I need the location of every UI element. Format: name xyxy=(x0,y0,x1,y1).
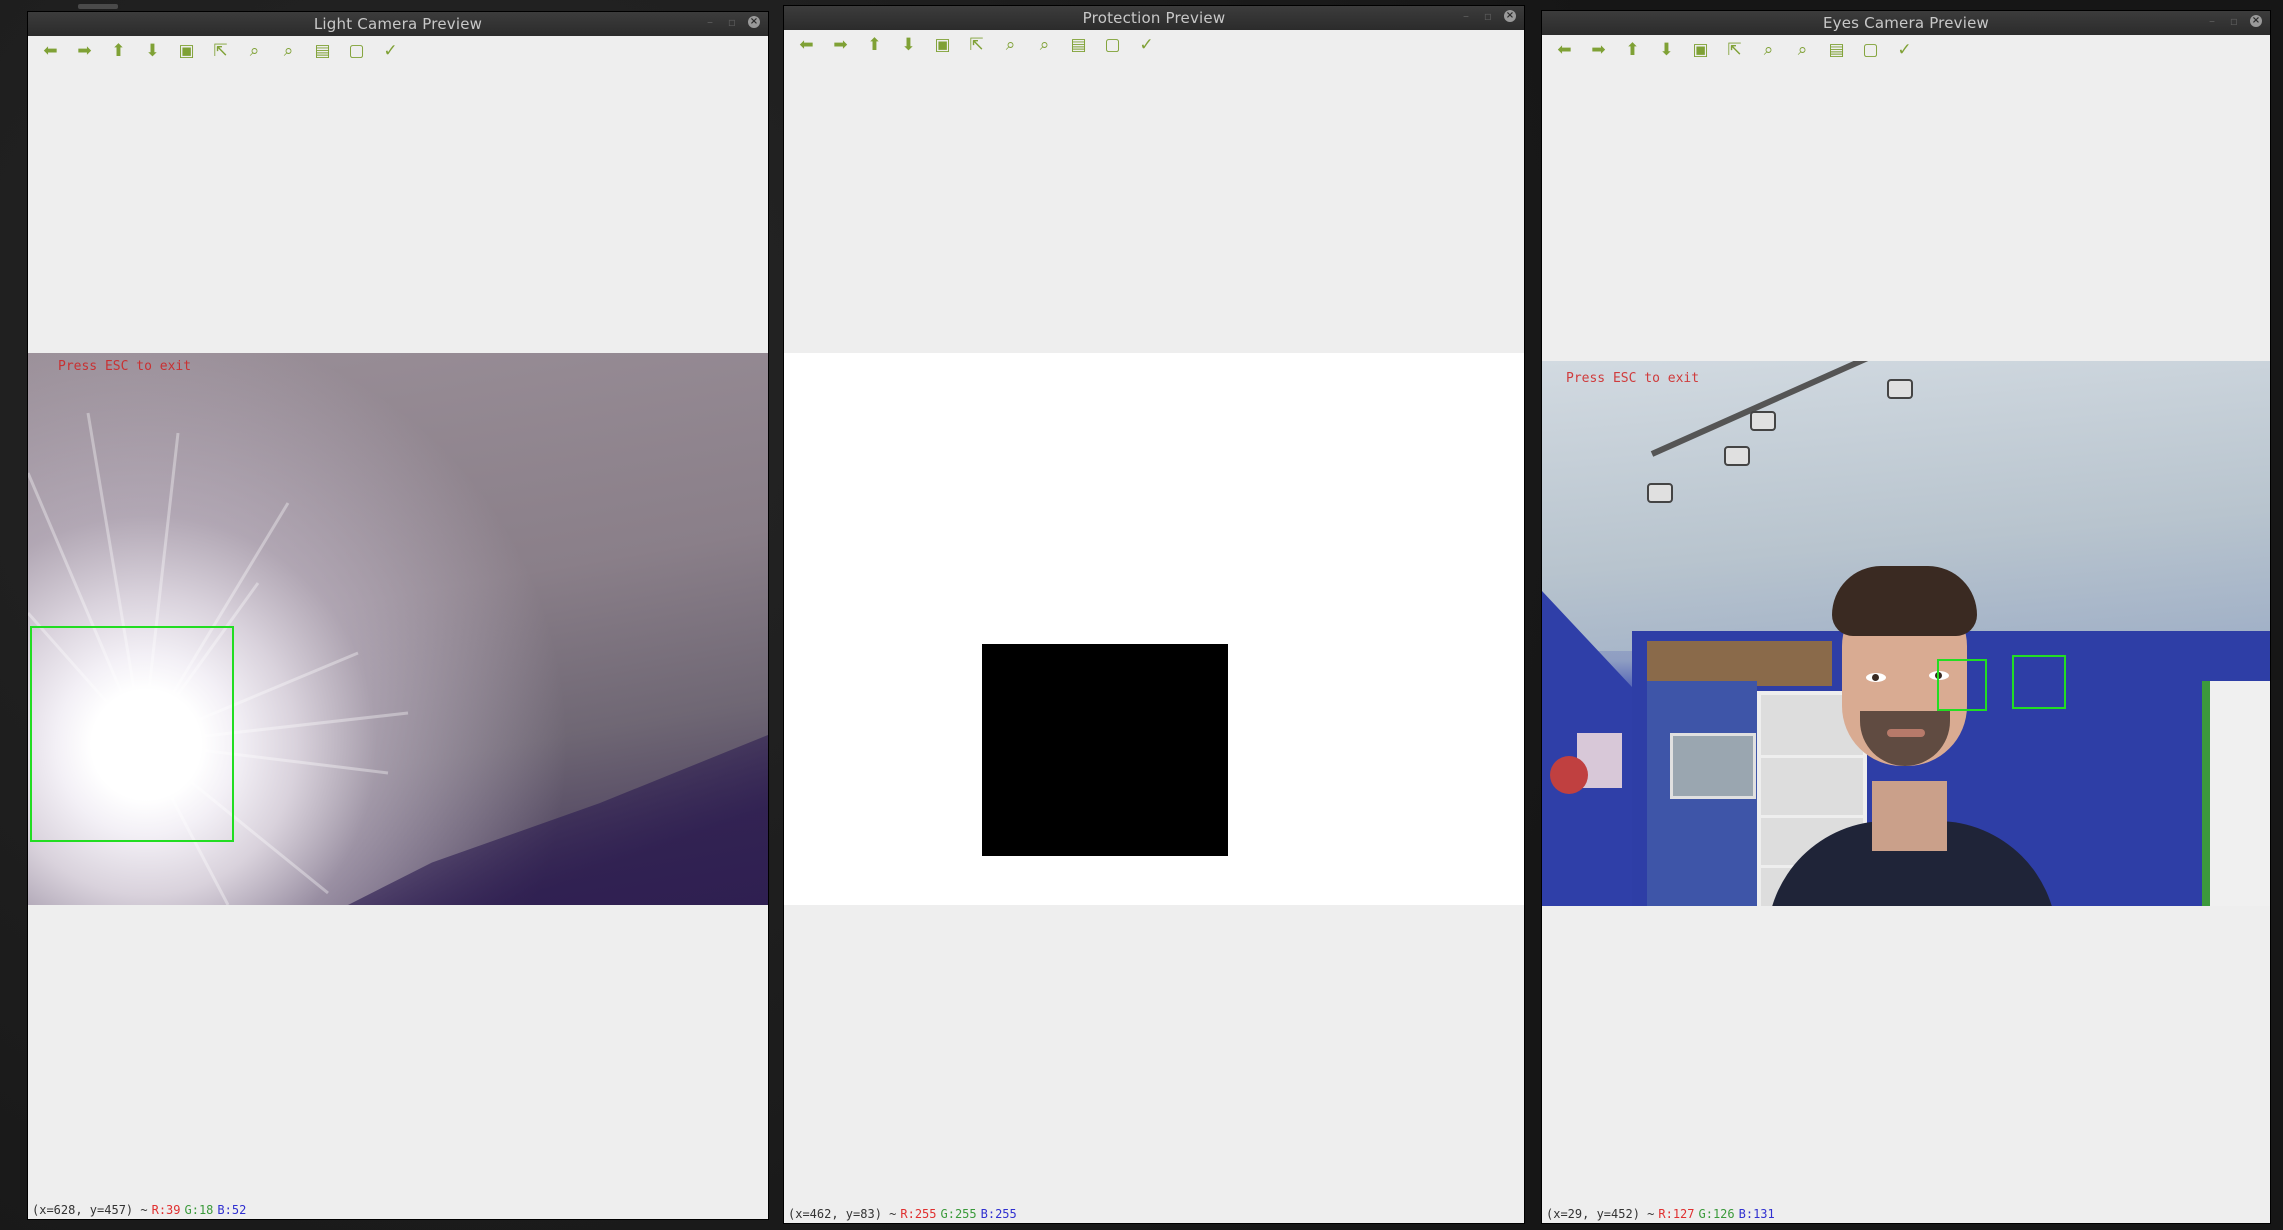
zoom-in-icon[interactable]: ⌕ xyxy=(242,39,267,63)
arrow-left-icon[interactable]: ⬅ xyxy=(38,39,63,63)
toolbar: ⬅ ➡ ⬆ ⬇ ▣ ⇱ ⌕ ⌕ ▤ ▢ ✓ xyxy=(784,30,1524,60)
arrow-up-icon[interactable]: ⬆ xyxy=(1620,38,1645,62)
zoom-fit-icon[interactable]: ▣ xyxy=(930,33,955,57)
zoom-in-icon[interactable]: ⌕ xyxy=(1756,38,1781,62)
protection-mask xyxy=(982,644,1228,856)
person-eye xyxy=(1866,673,1886,682)
status-bar: (x=628, y=457) ~ R:39 G:18 B:52 xyxy=(28,1201,768,1219)
pixel-red-value: R:39 xyxy=(151,1203,181,1217)
save-icon[interactable]: ▤ xyxy=(310,39,335,63)
person-hair xyxy=(1832,566,1977,636)
exit-hint-overlay: Press ESC to exit xyxy=(58,359,192,374)
pixel-blue-value: B:255 xyxy=(980,1207,1017,1221)
titlebar[interactable]: Light Camera Preview – ▫ × xyxy=(28,12,768,36)
toolbar: ⬅ ➡ ⬆ ⬇ ▣ ⇱ ⌕ ⌕ ▤ ▢ ✓ xyxy=(28,36,768,66)
minimize-icon[interactable]: – xyxy=(704,16,716,28)
person-mouth xyxy=(1887,729,1925,737)
globe xyxy=(1550,756,1588,794)
light-camera-image[interactable]: Press ESC to exit xyxy=(28,353,768,905)
zoom-reset-icon[interactable]: ⇱ xyxy=(208,39,233,63)
ceiling-lamp xyxy=(1647,483,1673,503)
desktop: Light Camera Preview – ▫ × ⬅ ➡ ⬆ ⬇ ▣ ⇱ ⌕… xyxy=(0,0,2283,1230)
arrow-left-icon[interactable]: ⬅ xyxy=(794,33,819,57)
door xyxy=(2202,681,2270,906)
pixel-red-value: R:127 xyxy=(1658,1207,1695,1221)
pixel-blue-value: B:131 xyxy=(1738,1207,1775,1221)
ceiling-lamp xyxy=(1750,411,1776,431)
properties-icon[interactable]: ▢ xyxy=(1100,33,1125,57)
person-neck xyxy=(1872,781,1947,851)
window-controls: – ▫ × xyxy=(1460,10,1516,22)
zoom-in-icon[interactable]: ⌕ xyxy=(998,33,1023,57)
window-title: Protection Preview xyxy=(1082,9,1226,27)
toolbar: ⬅ ➡ ⬆ ⬇ ▣ ⇱ ⌕ ⌕ ▤ ▢ ✓ xyxy=(1542,35,2270,65)
titlebar[interactable]: Eyes Camera Preview – ▫ × xyxy=(1542,11,2270,35)
zoom-reset-icon[interactable]: ⇱ xyxy=(964,33,989,57)
arrow-down-icon[interactable]: ⬇ xyxy=(1654,38,1679,62)
light-detection-box xyxy=(30,626,234,842)
protection-window[interactable]: Protection Preview – ▫ × ⬅ ➡ ⬆ ⬇ ▣ ⇱ ⌕ ⌕… xyxy=(784,6,1524,1223)
settings-icon[interactable]: ✓ xyxy=(378,39,403,63)
ceiling-lamp xyxy=(1724,446,1750,466)
zoom-out-icon[interactable]: ⌕ xyxy=(1032,33,1057,57)
window-title: Eyes Camera Preview xyxy=(1823,14,1989,32)
eye-detection-box xyxy=(1937,659,1987,711)
cursor-coordinates: (x=29, y=452) ~ xyxy=(1546,1207,1655,1221)
close-icon[interactable]: × xyxy=(2250,15,2262,27)
maximize-icon[interactable]: ▫ xyxy=(2228,15,2240,27)
panel-indicator xyxy=(78,4,118,9)
window-controls: – ▫ × xyxy=(704,16,760,28)
zoom-reset-icon[interactable]: ⇱ xyxy=(1722,38,1747,62)
pixel-green-value: G:126 xyxy=(1698,1207,1735,1221)
zoom-out-icon[interactable]: ⌕ xyxy=(1790,38,1815,62)
maximize-icon[interactable]: ▫ xyxy=(726,16,738,28)
cursor-coordinates: (x=628, y=457) ~ xyxy=(32,1203,148,1217)
close-icon[interactable]: × xyxy=(748,16,760,28)
settings-icon[interactable]: ✓ xyxy=(1892,38,1917,62)
wooden-shelf xyxy=(1647,641,1832,686)
properties-icon[interactable]: ▢ xyxy=(344,39,369,63)
arrow-right-icon[interactable]: ➡ xyxy=(1586,38,1611,62)
zoom-out-icon[interactable]: ⌕ xyxy=(276,39,301,63)
arrow-up-icon[interactable]: ⬆ xyxy=(106,39,131,63)
zoom-fit-icon[interactable]: ▣ xyxy=(174,39,199,63)
properties-icon[interactable]: ▢ xyxy=(1858,38,1883,62)
ceiling-lamp xyxy=(1887,379,1913,399)
save-icon[interactable]: ▤ xyxy=(1824,38,1849,62)
cursor-coordinates: (x=462, y=83) ~ xyxy=(788,1207,897,1221)
save-icon[interactable]: ▤ xyxy=(1066,33,1091,57)
pixel-green-value: G:18 xyxy=(184,1203,214,1217)
titlebar[interactable]: Protection Preview – ▫ × xyxy=(784,6,1524,30)
close-icon[interactable]: × xyxy=(1504,10,1516,22)
status-bar: (x=462, y=83) ~ R:255 G:255 B:255 xyxy=(784,1205,1524,1223)
minimize-icon[interactable]: – xyxy=(1460,10,1472,22)
maximize-icon[interactable]: ▫ xyxy=(1482,10,1494,22)
window-controls: – ▫ × xyxy=(2206,15,2262,27)
window-title: Light Camera Preview xyxy=(313,15,483,33)
eyes-camera-image[interactable]: Press ESC to exit xyxy=(1542,361,2270,906)
zoom-fit-icon[interactable]: ▣ xyxy=(1688,38,1713,62)
wall-clock-picture xyxy=(1670,733,1756,799)
arrow-right-icon[interactable]: ➡ xyxy=(828,33,853,57)
arrow-down-icon[interactable]: ⬇ xyxy=(140,39,165,63)
arrow-right-icon[interactable]: ➡ xyxy=(72,39,97,63)
light-camera-window[interactable]: Light Camera Preview – ▫ × ⬅ ➡ ⬆ ⬇ ▣ ⇱ ⌕… xyxy=(28,12,768,1219)
eye-detection-box xyxy=(2012,655,2066,709)
arrow-up-icon[interactable]: ⬆ xyxy=(862,33,887,57)
arrow-left-icon[interactable]: ⬅ xyxy=(1552,38,1577,62)
pixel-green-value: G:255 xyxy=(940,1207,977,1221)
settings-icon[interactable]: ✓ xyxy=(1134,33,1159,57)
protection-image[interactable] xyxy=(784,353,1524,905)
eyes-camera-window[interactable]: Eyes Camera Preview – ▫ × ⬅ ➡ ⬆ ⬇ ▣ ⇱ ⌕ … xyxy=(1542,11,2270,1223)
exit-hint-overlay: Press ESC to exit xyxy=(1566,371,1700,386)
pixel-red-value: R:255 xyxy=(900,1207,937,1221)
status-bar: (x=29, y=452) ~ R:127 G:126 B:131 xyxy=(1542,1205,2270,1223)
arrow-down-icon[interactable]: ⬇ xyxy=(896,33,921,57)
minimize-icon[interactable]: – xyxy=(2206,15,2218,27)
pixel-blue-value: B:52 xyxy=(217,1203,247,1217)
